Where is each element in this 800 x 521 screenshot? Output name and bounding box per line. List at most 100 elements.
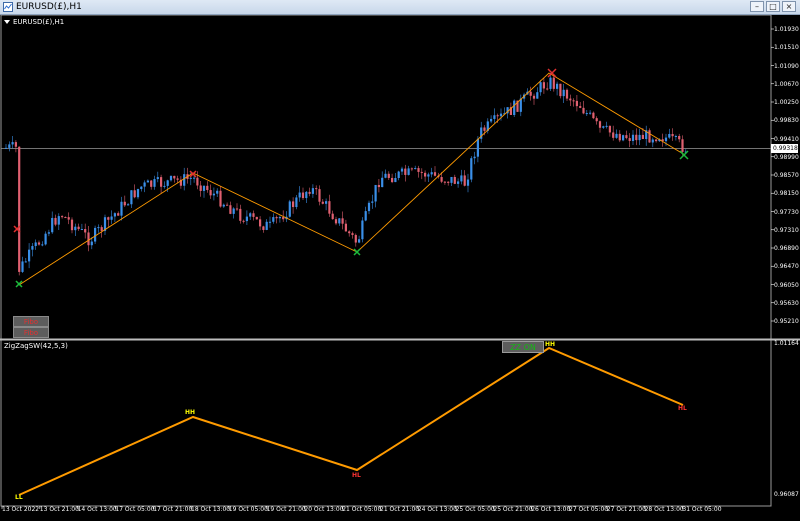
close-button[interactable]: ×: [782, 1, 796, 12]
candle-body: [127, 204, 130, 206]
candle-body: [226, 204, 229, 206]
fibo-button-1[interactable]: Fibo: [13, 316, 49, 327]
time-axis-label: 24 Oct 13:00: [417, 506, 457, 513]
time-axis-label: 17 Oct 21:00: [153, 506, 193, 513]
candle-body: [70, 219, 74, 231]
fibo-button-2[interactable]: Fibo: [13, 327, 49, 338]
candle-body: [34, 242, 37, 247]
candle-body: [136, 189, 140, 198]
time-axis-label: 21 Oct 21:00: [380, 506, 420, 513]
candle-body: [80, 229, 83, 231]
price-axis-label: 0.96470: [774, 263, 799, 271]
candle-body: [397, 171, 400, 179]
candle-body: [153, 179, 156, 187]
candle-body: [476, 138, 479, 157]
candle-body: [493, 115, 496, 119]
candle-body: [305, 191, 308, 199]
candle-body: [206, 185, 209, 191]
candle-body: [427, 174, 430, 177]
candle-body: [447, 181, 450, 183]
candle-body: [255, 216, 258, 220]
time-axis-label: 13 Oct 2022: [2, 506, 40, 513]
candle-body: [344, 223, 347, 232]
time-axis-label: 20 Oct 13:00: [304, 506, 344, 513]
candle-body: [8, 144, 11, 148]
candle-body: [664, 137, 668, 142]
candle-body: [631, 134, 635, 141]
candle-body: [453, 176, 456, 184]
candle-body: [367, 202, 371, 212]
time-axis-label: 27 Oct 05:00: [569, 506, 609, 513]
candle-body: [212, 193, 215, 196]
candle-body: [143, 182, 146, 187]
candle-body: [235, 208, 239, 210]
time-axis-label: 21 Oct 05:00: [342, 506, 382, 513]
candle-body: [130, 190, 133, 205]
candle-body: [529, 91, 532, 96]
zz-toggle-button[interactable]: ZZ ON: [502, 341, 544, 353]
candle-body: [239, 208, 242, 221]
candle-body: [618, 133, 621, 141]
candle-body: [163, 185, 166, 187]
candle-body: [262, 226, 265, 230]
maximize-button[interactable]: □: [766, 1, 780, 12]
candle-body: [107, 217, 110, 220]
axis-tickmarks: [1, 28, 774, 509]
candle-body: [556, 83, 559, 89]
candle-body: [575, 100, 578, 107]
candle-body: [31, 246, 34, 250]
candle-body: [150, 180, 153, 187]
candle-body: [615, 133, 618, 138]
price-axis-label: 0.96050: [774, 281, 799, 289]
candle-body: [628, 138, 631, 141]
price-axis-label: 1.01510: [774, 44, 799, 52]
candle-body: [199, 185, 202, 191]
candle-body: [513, 100, 516, 115]
window-title: EURUSD(£),H1: [16, 2, 82, 12]
minimize-button[interactable]: –: [750, 1, 764, 12]
candle-body: [272, 217, 275, 222]
candle-body: [559, 83, 562, 97]
candle-body: [57, 216, 60, 225]
candle-body: [315, 188, 318, 190]
chart-window-icon: [3, 2, 13, 12]
candle-body: [37, 242, 41, 245]
candle-body: [605, 125, 608, 127]
candle-body: [384, 173, 387, 178]
price-chart[interactable]: [0, 15, 800, 521]
candle-body: [229, 205, 232, 214]
price-axis-label: 0.97730: [774, 208, 799, 216]
candle-body: [97, 227, 100, 229]
dropdown-triangle-icon[interactable]: [4, 20, 10, 24]
candle-body: [430, 172, 433, 175]
time-axis-label: 26 Oct 13:00: [531, 506, 571, 513]
candle-body: [193, 177, 196, 179]
candle-body: [176, 178, 179, 180]
candle-body: [410, 168, 413, 170]
candle-body: [84, 229, 87, 233]
candle-body: [140, 186, 143, 190]
candle-body: [64, 217, 67, 219]
candle-body: [612, 132, 615, 138]
price-axis-label: 1.01090: [774, 62, 799, 70]
candle-body: [569, 98, 572, 101]
candle-body: [417, 168, 420, 172]
candle-body: [301, 192, 305, 199]
candle-body: [113, 213, 116, 217]
candle-body: [173, 175, 176, 179]
candle-body: [483, 127, 486, 131]
candle-body: [94, 227, 97, 242]
candle-body: [252, 213, 255, 217]
candle-body: [146, 180, 149, 183]
candle-body: [562, 89, 565, 97]
candle-body: [598, 121, 602, 128]
time-axis-label: 17 Oct 05:00: [115, 506, 155, 513]
candle-body: [354, 234, 357, 243]
candle-body: [308, 191, 311, 194]
candle-body: [245, 216, 248, 222]
candle-body: [51, 217, 54, 233]
symbol-text: EURUSD(£),H1: [13, 18, 65, 26]
candle-body: [331, 213, 334, 220]
candle-body: [463, 175, 466, 186]
time-axis-label: 25 Oct 21:00: [493, 506, 533, 513]
